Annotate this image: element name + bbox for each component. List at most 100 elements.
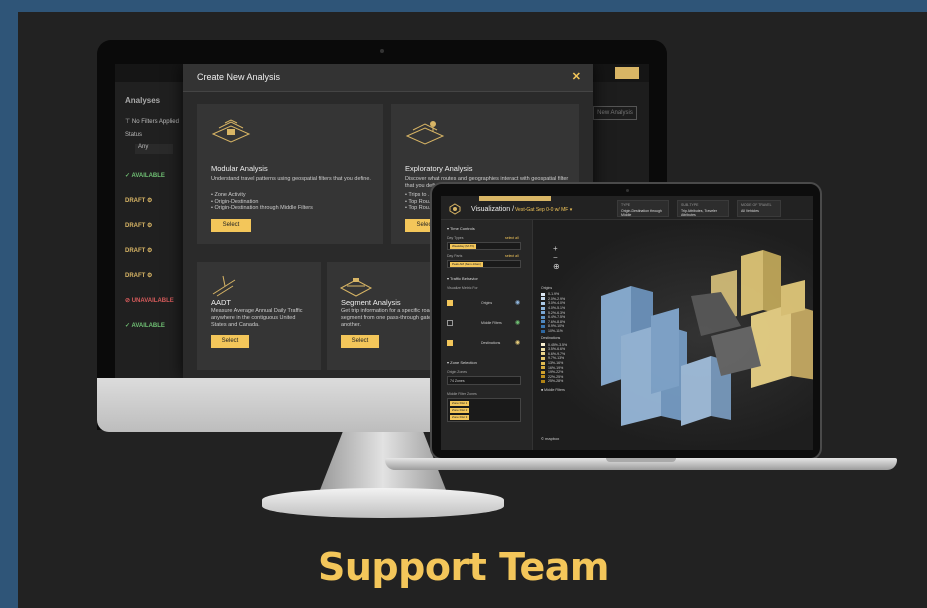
legend-swatch <box>541 301 545 305</box>
origins-checkbox[interactable] <box>447 300 453 306</box>
traffic-behavior-header[interactable]: ▾ Traffic Behavior <box>447 276 478 281</box>
new-analysis-button[interactable]: New Analysis <box>593 106 637 120</box>
laptop-notch <box>606 458 676 462</box>
close-icon[interactable]: ✕ <box>572 70 581 83</box>
meta-head: SUB-TYPE <box>681 203 699 207</box>
meta-value: Origin-Destination through Middle <box>621 209 662 217</box>
legend-swatch <box>541 370 545 374</box>
legend-label: 6.4%-7.5% <box>548 315 566 320</box>
legend-label: 4.0%-5.1% <box>548 306 566 311</box>
legend-label: 0-1.9% <box>548 292 560 297</box>
destination-zone <box>781 280 805 316</box>
layer-label: Destinations <box>481 341 501 345</box>
legend-label: 13%-16% <box>548 361 564 366</box>
legend-swatch <box>541 306 545 310</box>
select-all-link[interactable]: select all <box>505 236 519 240</box>
origin-zones-label: Origin Zones <box>447 370 468 374</box>
modal-title: Create New Analysis <box>197 72 281 82</box>
laptop-camera <box>626 189 629 192</box>
select-all-link[interactable]: select all <box>505 254 519 258</box>
destination-zone <box>741 250 763 316</box>
middle-zones-field[interactable]: Zone Dist 1 Zone Dist 2 Zone Dist 3 <box>447 398 521 422</box>
middle-filters-checkbox[interactable] <box>447 320 453 326</box>
legend-swatch <box>541 297 545 301</box>
map-legend: Origins 0-1.9% 2.0%-2.9% 3.0%-4.0% 4.0%-5.1… <box>541 286 585 392</box>
analysis-name-select[interactable]: Vest-Gat Sep 0-0 w/ MF ▾ <box>515 207 572 213</box>
eye-icon[interactable]: ◉ <box>515 319 520 326</box>
zone-chip[interactable]: Zone Dist 2 <box>450 408 470 413</box>
select-button[interactable]: Select <box>341 335 379 348</box>
header-badge <box>479 196 551 201</box>
app-logo-icon <box>449 203 461 215</box>
analysis-status[interactable]: ⊘ UNAVAILABLE <box>125 297 174 304</box>
analyses-sidebar: Analyses ⊤ No Filters Applied Status Any… <box>115 82 185 378</box>
legend-swatch <box>541 329 545 333</box>
zone-chip[interactable]: Zone Dist 1 <box>450 401 470 406</box>
origin-zone <box>651 308 679 394</box>
visualization-title: Visualization / <box>471 206 515 213</box>
legend-swatch <box>541 315 545 319</box>
legend-item: 25%-28% <box>541 379 585 384</box>
metric-for-label: Visualize Metric For <box>447 286 478 290</box>
laptop: Visualization / Vest-Gat Sep 0-0 w/ MF ▾… <box>430 182 822 460</box>
support-team-heading: Support Team <box>318 545 609 589</box>
destination-zone <box>751 304 791 388</box>
analysis-status[interactable]: DRAFT ⚙ <box>125 247 152 254</box>
middle-zones-label: Middle Filter Zones <box>447 392 477 396</box>
zone-selection-header[interactable]: ▾ Zone Selection <box>447 360 477 365</box>
select-button[interactable]: Select <box>211 335 249 348</box>
day-type-chip[interactable]: Weekday (M-Th) <box>450 244 477 249</box>
card-title: Modular Analysis <box>211 164 268 173</box>
day-types-label: Day Types <box>447 236 464 240</box>
legend-label: 22%-25% <box>548 374 564 379</box>
compass-button[interactable]: ⊕ <box>553 262 560 271</box>
day-types-select[interactable]: Weekday (M-Th) <box>447 242 521 250</box>
legend-label: 9.7%-13% <box>548 356 565 361</box>
topbar-action-button[interactable] <box>615 67 639 79</box>
laptop-screen: Visualization / Vest-Gat Sep 0-0 w/ MF ▾… <box>441 196 813 450</box>
analysis-status[interactable]: DRAFT ⚙ <box>125 222 152 229</box>
sidebar-title: Analyses <box>125 96 161 105</box>
zone-chip[interactable]: Zone Dist 3 <box>450 415 470 420</box>
eye-icon[interactable]: ◉ <box>515 339 520 346</box>
legend-swatch <box>541 292 545 296</box>
status-select[interactable]: Any <box>135 144 173 154</box>
destinations-checkbox[interactable] <box>447 340 453 346</box>
legend-swatch <box>541 352 545 356</box>
eye-icon[interactable]: ◉ <box>515 299 520 306</box>
legend-swatch <box>541 379 545 383</box>
zones-count: 74 Zones <box>450 379 465 383</box>
layers-map-icon <box>211 119 251 143</box>
origin-zones-field[interactable]: 74 Zones <box>447 376 521 385</box>
meta-head: TYPE <box>621 203 631 207</box>
legend-destinations-title: Destinations <box>541 336 561 341</box>
legend-swatch <box>541 356 545 360</box>
monitor-base <box>262 488 504 518</box>
analysis-status[interactable]: DRAFT ⚙ <box>125 197 152 204</box>
card-description: Get trip information for a specific road… <box>341 308 438 328</box>
analysis-status[interactable]: DRAFT ⚙ <box>125 272 152 279</box>
meta-head: MODE OF TRAVEL <box>741 203 772 207</box>
3d-zone-map <box>601 250 813 426</box>
meta-value: Trip Attributes, Traveler Attributes <box>681 209 718 217</box>
analysis-status[interactable]: ✓ AVAILABLE <box>125 172 165 179</box>
route-map-icon <box>405 121 445 145</box>
legend-label: 3.5%-6.6% <box>548 347 566 352</box>
layer-label: Middle Filters <box>481 321 502 325</box>
legend-swatch <box>541 361 545 365</box>
day-part-chip[interactable]: Peak AM (6am-10am) <box>450 262 484 267</box>
legend-label: 6.6%-9.7% <box>548 351 566 356</box>
zoom-out-button[interactable]: − <box>553 253 560 262</box>
legend-swatch <box>541 324 545 328</box>
legend-label: 2.0%-2.9% <box>548 296 566 301</box>
card-aadt[interactable]: AADT Measure Average Annual Daily Traffi… <box>197 262 321 370</box>
time-controls-header[interactable]: ▾ Time Controls <box>447 226 475 231</box>
traffic-icon <box>212 275 236 297</box>
zoom-in-button[interactable]: + <box>553 244 560 253</box>
analysis-status[interactable]: ✓ AVAILABLE <box>125 322 165 329</box>
select-button[interactable]: Select <box>211 219 251 232</box>
day-parts-select[interactable]: Peak AM (6am-10am) <box>447 260 521 268</box>
legend-origins-title: Origins <box>541 286 553 290</box>
card-modular-analysis[interactable]: Modular Analysis Understand travel patte… <box>197 104 383 244</box>
card-description: Understand travel patterns using geospat… <box>211 176 371 182</box>
